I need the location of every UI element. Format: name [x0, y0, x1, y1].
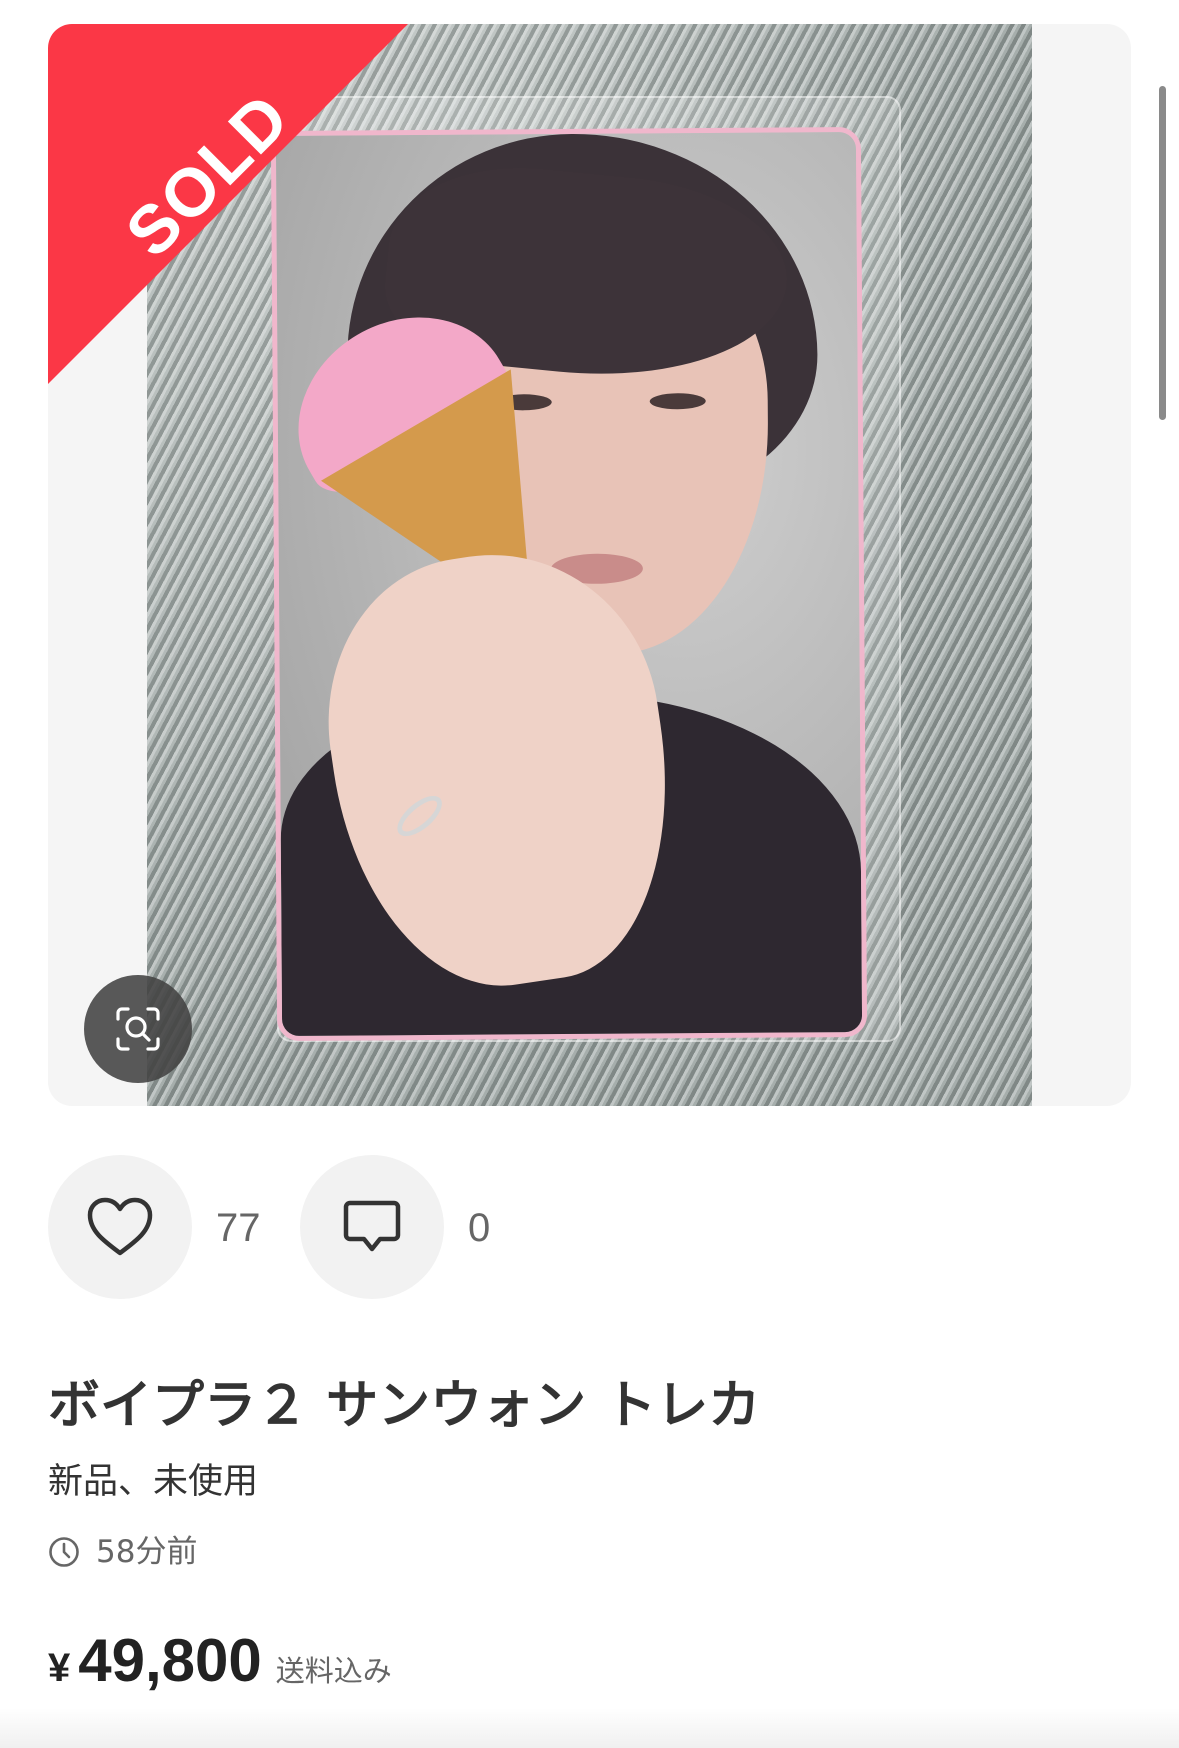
clock-icon — [49, 1537, 79, 1567]
price-row: ¥ 49,800 送料込み — [48, 1626, 392, 1695]
scrollbar[interactable] — [1159, 86, 1166, 420]
item-condition: 新品、未使用 — [48, 1462, 259, 1502]
bottom-shadow — [0, 1708, 1179, 1748]
posted-time: 58分前 — [48, 1532, 197, 1572]
comment-button[interactable] — [300, 1155, 444, 1299]
item-price: 49,800 — [78, 1627, 262, 1694]
like-count: 77 — [216, 1206, 261, 1250]
product-image-gallery[interactable]: SOLD — [48, 24, 1131, 1106]
like-button[interactable] — [48, 1155, 192, 1299]
zoom-image-button[interactable] — [84, 975, 192, 1083]
item-title: ボイプラ２ サンウォン トレカ — [48, 1376, 761, 1436]
comment-icon — [343, 1200, 401, 1252]
comment-count: 0 — [468, 1206, 491, 1250]
heart-icon — [87, 1197, 153, 1256]
posted-ago-text: 58分前 — [96, 1534, 198, 1570]
zoom-search-icon — [116, 1007, 160, 1051]
currency-symbol: ¥ — [48, 1646, 71, 1690]
shipping-note: 送料込み — [275, 1654, 392, 1688]
